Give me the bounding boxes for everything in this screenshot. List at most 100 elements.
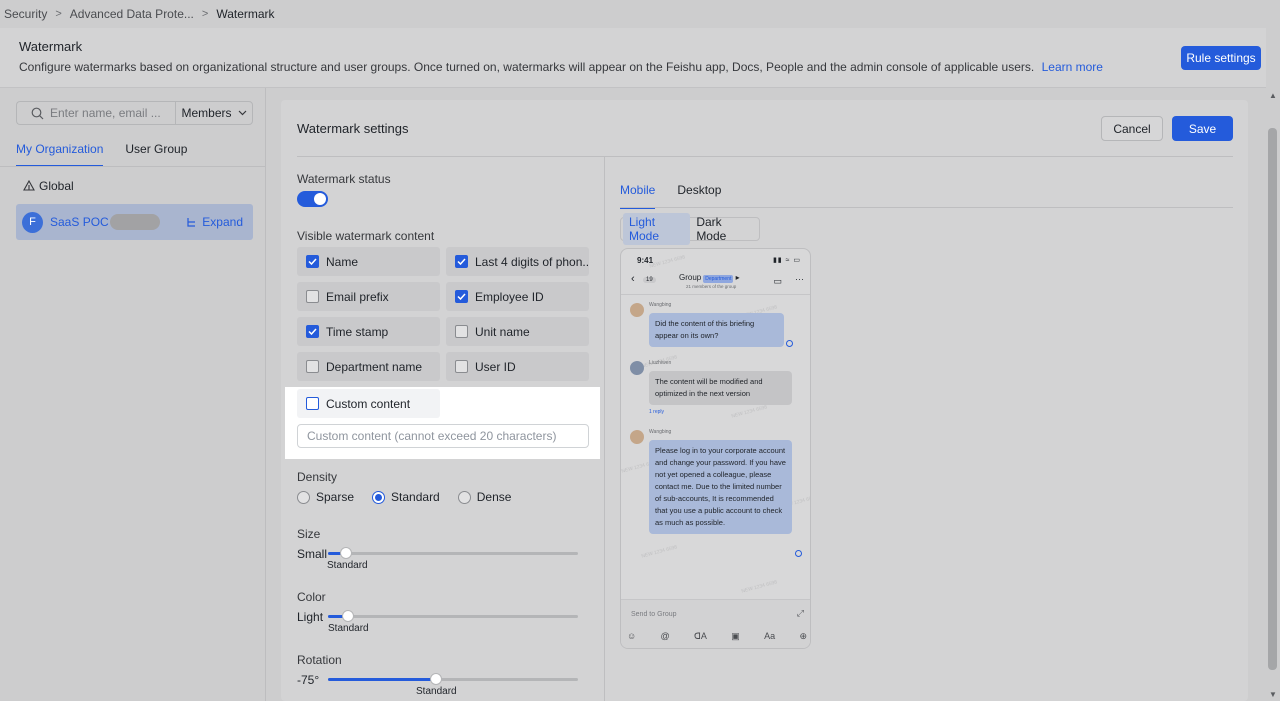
- radio-sparse[interactable]: Sparse: [297, 490, 354, 504]
- radio-dense[interactable]: Dense: [457, 490, 511, 504]
- phone-nav: ‹ 19 Group Department ▸ 21 members of the…: [621, 269, 810, 295]
- checkbox-unit-name[interactable]: Unit name: [446, 317, 589, 346]
- compose-bar: Send to Group ⤢ ☺ @ ꓷA ▣ Aa ⊕: [621, 599, 810, 648]
- org-tree-icon: [23, 180, 35, 191]
- org-name: SaaS POC: [50, 215, 109, 229]
- description-text: Configure watermarks based on organizati…: [19, 60, 1035, 74]
- tab-desktop[interactable]: Desktop: [677, 183, 721, 209]
- message-sender: Wangbing: [649, 302, 672, 308]
- members-label: Members: [181, 106, 232, 120]
- watermark-text: NEW 1234 6598: [730, 404, 768, 420]
- expand-tree-icon: [187, 217, 196, 227]
- search-placeholder: Enter name, email ...: [50, 106, 161, 120]
- tab-mobile[interactable]: Mobile: [620, 183, 656, 209]
- breadcrumb-security[interactable]: Security: [4, 7, 47, 21]
- expand-icon: ⤢: [796, 608, 804, 618]
- checkbox-icon: [306, 255, 319, 268]
- page-description: Configure watermarks based on organizati…: [19, 60, 1103, 74]
- message-bubble: The content will be modified and optimiz…: [649, 371, 792, 405]
- search-input[interactable]: Enter name, email ...: [16, 101, 175, 125]
- rotation-label: Rotation: [297, 653, 342, 667]
- avatar: F: [22, 211, 43, 233]
- more-icon: ···: [795, 274, 804, 284]
- custom-content-input[interactable]: Custom content (cannot exceed 20 charact…: [297, 424, 589, 448]
- slider-handle[interactable]: [429, 673, 442, 685]
- checkbox-user-id[interactable]: User ID: [446, 352, 589, 381]
- rule-settings-button[interactable]: Rule settings: [1181, 46, 1261, 70]
- checkbox-last-4-digits[interactable]: Last 4 digits of phon...: [446, 247, 589, 276]
- scrollbar[interactable]: ▲ ▼: [1266, 88, 1280, 701]
- video-icon: ▭: [773, 276, 782, 286]
- checkbox-label: Last 4 digits of phon...: [475, 254, 589, 269]
- add-icon: ⊕: [799, 631, 807, 641]
- radio-standard[interactable]: Standard: [372, 490, 440, 504]
- scroll-down-icon[interactable]: ▼: [1269, 690, 1277, 699]
- save-button[interactable]: Save: [1172, 116, 1233, 141]
- checkbox-icon: [455, 360, 468, 373]
- rotation-slider[interactable]: [328, 673, 578, 685]
- message-sender: Liuzhiwen: [649, 360, 672, 366]
- chevron-down-icon: [238, 110, 246, 116]
- cancel-button[interactable]: Cancel: [1101, 116, 1163, 141]
- rotation-min-label: -75°: [297, 673, 320, 687]
- watermark-status-toggle[interactable]: [297, 191, 328, 207]
- message-bubble: Did the content of this briefing appear …: [649, 313, 784, 347]
- settings-title: Watermark settings: [297, 121, 409, 136]
- checkbox-label: Employee ID: [475, 289, 544, 304]
- breadcrumb-watermark: Watermark: [216, 7, 275, 21]
- compose-toolbar: ☺ @ ꓷA ▣ Aa ⊕: [627, 631, 807, 642]
- checkbox-time-stamp[interactable]: Time stamp: [297, 317, 440, 346]
- checkbox-department-name[interactable]: Department name: [297, 352, 440, 381]
- checkbox-email-prefix[interactable]: Email prefix: [297, 282, 440, 311]
- checkbox-label: Department name: [326, 359, 423, 374]
- breadcrumb-advanced-data[interactable]: Advanced Data Prote...: [70, 7, 194, 21]
- radio-label: Standard: [391, 490, 440, 504]
- global-item[interactable]: Global: [23, 179, 74, 193]
- tab-my-organization[interactable]: My Organization: [16, 142, 104, 167]
- learn-more-link[interactable]: Learn more: [1042, 60, 1103, 74]
- tab-divider: [0, 166, 266, 167]
- checkbox-custom-content[interactable]: Custom content: [297, 389, 440, 418]
- phone-status-icons: ▮▮ ≈ ▭: [772, 257, 801, 264]
- image-icon: ▣: [731, 631, 740, 641]
- checkbox-icon: [306, 397, 319, 410]
- density-radio-group: Sparse Standard Dense: [297, 490, 529, 504]
- radio-icon: [297, 490, 310, 504]
- format-icon: Aa: [764, 631, 776, 641]
- checkbox-icon: [455, 255, 468, 268]
- color-slider[interactable]: [328, 610, 578, 622]
- breadcrumb: Security > Advanced Data Prote... > Wate…: [0, 0, 1280, 28]
- checkbox-icon: [455, 325, 468, 338]
- checkbox-name[interactable]: Name: [297, 247, 440, 276]
- watermark-settings-card: Watermark settings Cancel Save Watermark…: [281, 100, 1248, 701]
- mobile-preview: 9:41 ▮▮ ≈ ▭ ‹ 19 Group Department ▸ 21 me…: [620, 248, 811, 649]
- expand-button[interactable]: Expand: [186, 215, 243, 229]
- global-label: Global: [39, 179, 74, 193]
- watermark-text: NEW 1234 6598: [640, 544, 678, 560]
- radio-label: Sparse: [316, 490, 355, 504]
- message-sender: Wangbing: [649, 429, 672, 435]
- slider-handle[interactable]: [339, 547, 352, 559]
- watermark-text: NEW 1234 6598: [740, 579, 778, 595]
- checkbox-employee-id[interactable]: Employee ID: [446, 282, 589, 311]
- message-bubble: Please log in to your corporate account …: [649, 440, 792, 534]
- checkbox-label: Time stamp: [326, 324, 389, 339]
- org-item-saas-poc[interactable]: F SaaS POC Expand: [16, 204, 253, 240]
- size-min-label: Small: [297, 547, 328, 561]
- size-value-label: Standard: [327, 560, 368, 571]
- color-value-label: Standard: [328, 623, 369, 634]
- page-title: Watermark: [19, 39, 83, 54]
- size-slider[interactable]: [328, 547, 578, 559]
- tab-user-group[interactable]: User Group: [125, 142, 187, 167]
- slider-handle[interactable]: [342, 610, 354, 622]
- members-dropdown[interactable]: Members: [175, 101, 253, 125]
- department-badge: Department: [703, 275, 734, 283]
- radio-selected-icon: [372, 490, 386, 504]
- mode-switch: Light Mode Dark Mode: [620, 213, 760, 245]
- size-label: Size: [297, 527, 321, 541]
- search-icon: [31, 107, 44, 119]
- scrollbar-thumb[interactable]: [1268, 128, 1277, 670]
- scroll-up-icon[interactable]: ▲: [1269, 91, 1277, 100]
- light-mode-button[interactable]: Light Mode: [623, 213, 691, 245]
- dark-mode-button[interactable]: Dark Mode: [690, 213, 757, 245]
